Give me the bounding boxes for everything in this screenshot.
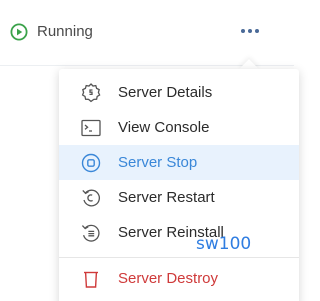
menu-item-label: Server Restart bbox=[118, 189, 215, 206]
status-label: Running bbox=[37, 23, 93, 40]
more-dot bbox=[248, 29, 252, 33]
gear-icon bbox=[79, 81, 103, 105]
more-dot bbox=[255, 29, 259, 33]
terminal-icon bbox=[79, 116, 103, 140]
menu-item-label: View Console bbox=[118, 119, 210, 136]
more-horizontal-icon bbox=[241, 29, 245, 33]
server-actions-panel: Running Server Details View Console Serv… bbox=[0, 0, 299, 301]
menu-item-server-details[interactable]: Server Details bbox=[59, 75, 299, 110]
menu-item-server-destroy[interactable]: Server Destroy bbox=[59, 261, 299, 296]
menu-item-label: Server Destroy bbox=[118, 270, 219, 287]
menu-item-server-stop[interactable]: Server Stop bbox=[59, 145, 299, 180]
trash-icon bbox=[79, 267, 103, 291]
reinstall-icon bbox=[79, 221, 103, 245]
restart-icon bbox=[79, 186, 103, 210]
play-circle-icon bbox=[10, 23, 28, 41]
stop-circle-icon bbox=[79, 151, 103, 175]
server-status-bar: Running bbox=[0, 0, 294, 66]
menu-item-view-console[interactable]: View Console bbox=[59, 110, 299, 145]
menu-item-server-restart[interactable]: Server Restart bbox=[59, 180, 299, 215]
watermark-label: sw100 bbox=[196, 234, 252, 254]
server-actions-menu: Server Details View Console Server Stop bbox=[59, 69, 299, 301]
menu-item-label: Server Stop bbox=[118, 154, 198, 171]
menu-item-server-reinstall[interactable]: Server Reinstall bbox=[59, 215, 299, 250]
more-actions-button[interactable] bbox=[234, 18, 266, 44]
menu-item-label: Server Details bbox=[118, 84, 213, 101]
menu-divider bbox=[59, 257, 299, 258]
